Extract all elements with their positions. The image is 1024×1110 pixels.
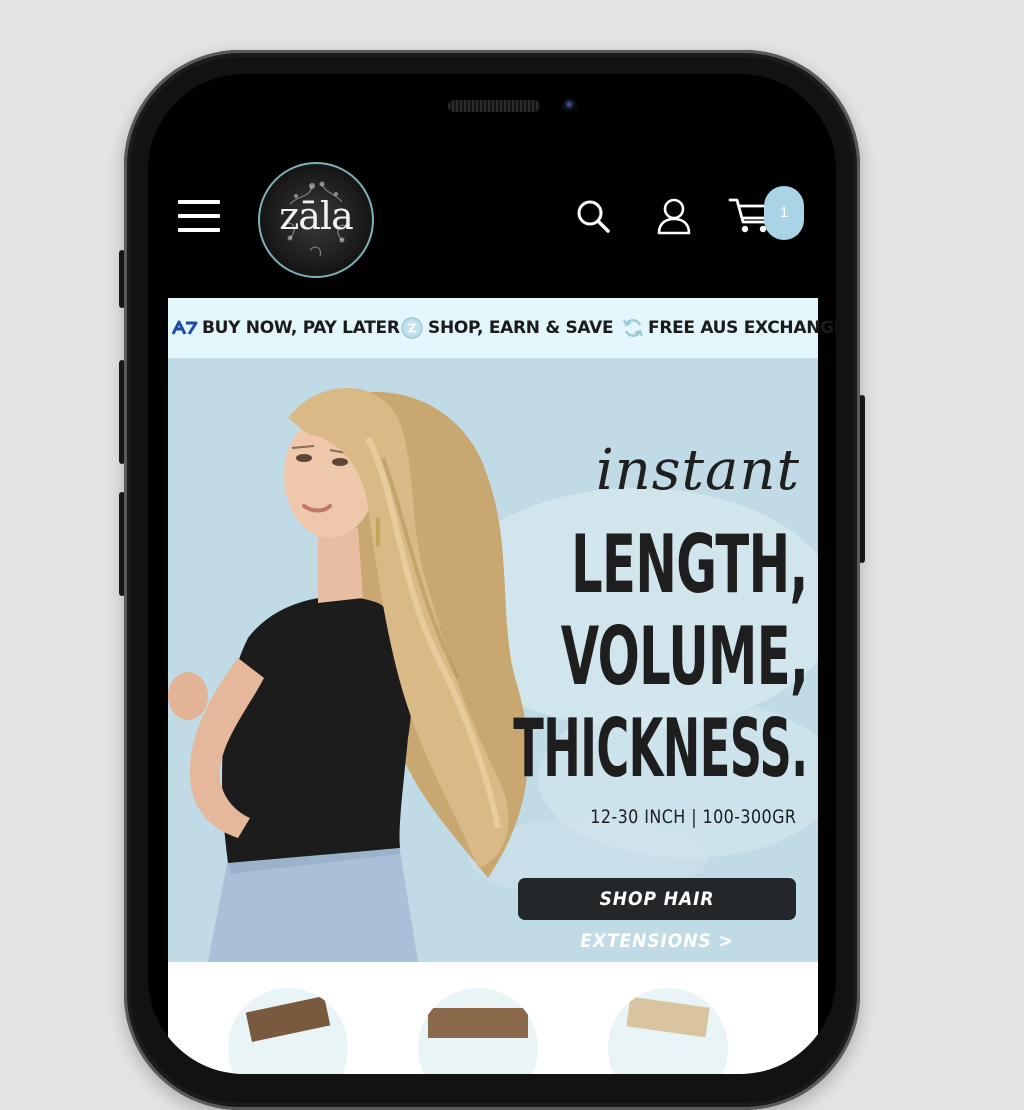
promo-item-shop-earn-save[interactable]: Z SHOP, EARN & SAVE bbox=[400, 298, 614, 358]
cart-count-badge[interactable]: 1 bbox=[764, 186, 804, 240]
promo-label: BUY NOW, PAY LATER bbox=[202, 318, 400, 338]
zip-coin-icon: Z bbox=[401, 317, 423, 339]
headline-line-2: VOLUME, bbox=[560, 610, 808, 703]
promo-item-buy-now-pay-later[interactable]: BUY NOW, PAY LATER bbox=[172, 298, 400, 358]
headline-line-3: THICKNESS. bbox=[513, 702, 809, 795]
hero-script-text: instant bbox=[595, 438, 800, 503]
hero-banner: instant LENGTH, VOLUME, THICKNESS. 12-30… bbox=[168, 358, 818, 962]
hero-specs: 12-30 INCH | 100-300GR bbox=[589, 806, 796, 828]
phone-screen: zāla 1 BUY NOW, PAY LATER Z SHOP, EARN &… bbox=[148, 74, 836, 1074]
search-icon[interactable] bbox=[574, 198, 614, 238]
front-camera bbox=[562, 98, 578, 114]
site-header: zāla bbox=[148, 154, 836, 294]
promo-label: FREE AUS EXCHANGES bbox=[648, 318, 836, 338]
logo-wordmark: zāla bbox=[279, 194, 353, 238]
earpiece-speaker bbox=[448, 100, 540, 112]
category-thumbnail[interactable] bbox=[228, 988, 348, 1074]
shop-hair-extensions-button[interactable]: SHOP HAIR EXTENSIONS > bbox=[518, 878, 796, 952]
headline-line-1: LENGTH, bbox=[571, 518, 808, 611]
promo-item-free-aus-exchanges[interactable]: FREE AUS EXCHANGES bbox=[622, 298, 836, 358]
svg-text:Z: Z bbox=[408, 322, 417, 336]
category-strip bbox=[168, 962, 818, 1074]
hamburger-menu-icon[interactable] bbox=[178, 198, 222, 238]
category-thumbnail[interactable] bbox=[418, 988, 538, 1074]
model-photo bbox=[168, 388, 528, 962]
zala-logo[interactable]: zāla bbox=[258, 162, 374, 278]
category-thumbnail[interactable] bbox=[608, 988, 728, 1074]
promo-label: SHOP, EARN & SAVE bbox=[428, 318, 614, 338]
refresh-icon bbox=[622, 319, 644, 337]
promo-bar: BUY NOW, PAY LATER Z SHOP, EARN & SAVE F… bbox=[168, 298, 836, 358]
afterpay-icon bbox=[172, 320, 198, 335]
account-icon[interactable] bbox=[654, 196, 694, 236]
cta-label: SHOP HAIR EXTENSIONS > bbox=[580, 888, 734, 952]
